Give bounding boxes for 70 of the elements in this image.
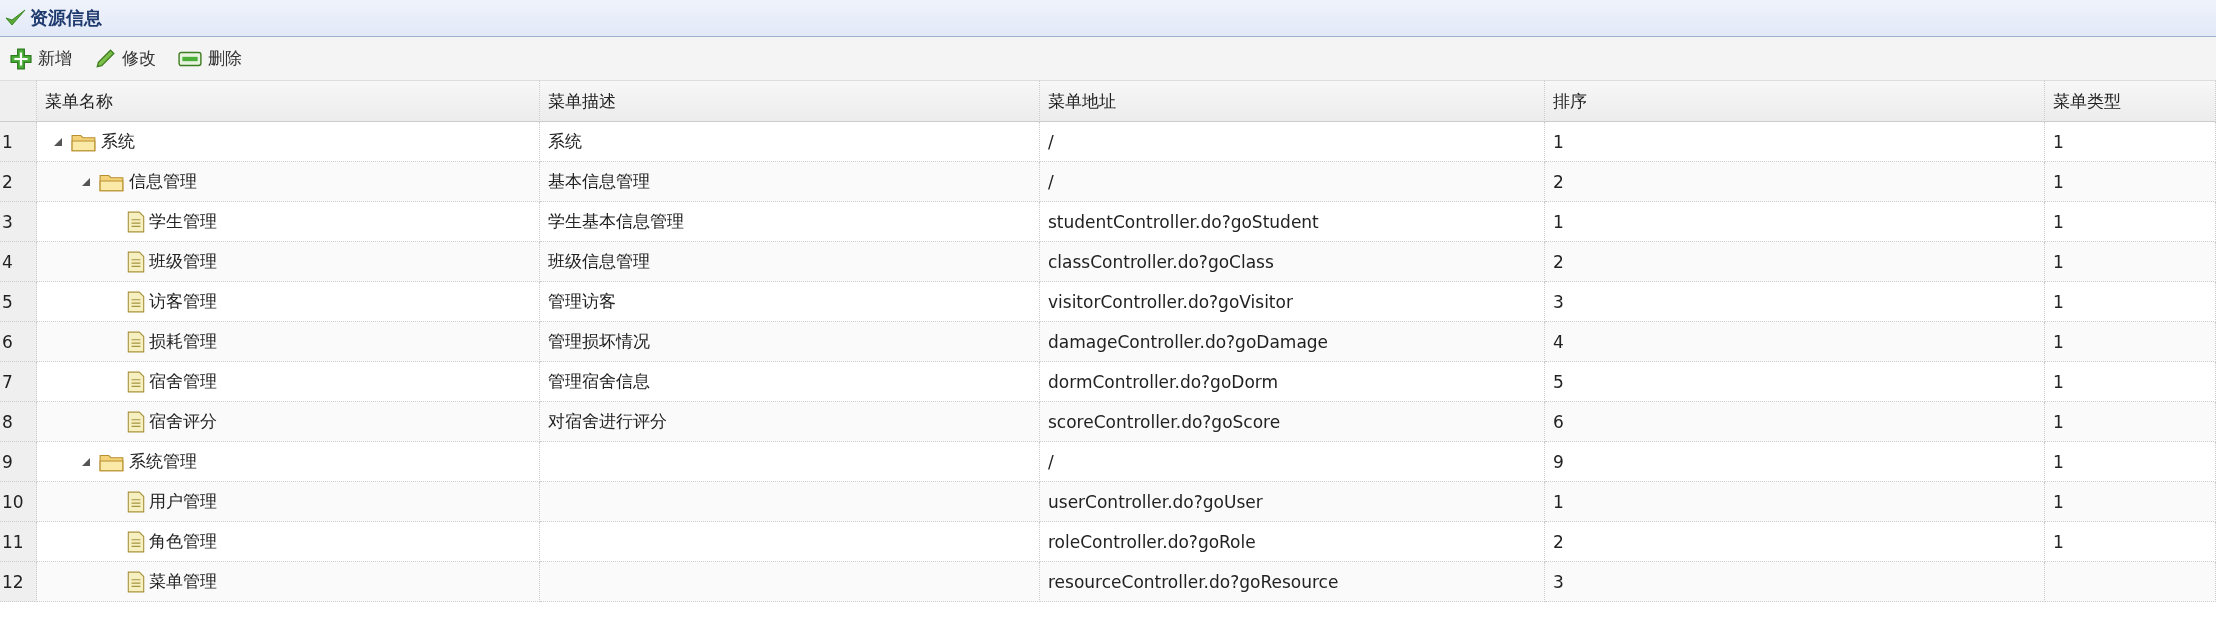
add-button[interactable]: 新增 xyxy=(6,45,76,72)
row-number: 7 xyxy=(0,362,37,402)
toggle-icon[interactable] xyxy=(81,176,91,187)
menu-name: 学生管理 xyxy=(149,210,217,233)
edit-button[interactable]: 修改 xyxy=(90,45,160,72)
table-cell: 1 xyxy=(2045,402,2216,442)
table-cell: userController.do?goUser xyxy=(1040,482,1545,522)
table-cell: / xyxy=(1040,162,1545,202)
row-number: 1 xyxy=(0,122,37,162)
column-header[interactable]: 菜单地址 xyxy=(1040,80,1545,122)
delete-button[interactable]: 删除 xyxy=(174,45,246,72)
column-header[interactable]: 菜单描述 xyxy=(540,80,1040,122)
document-icon xyxy=(127,330,145,353)
document-icon xyxy=(127,210,145,233)
minus-icon xyxy=(178,49,202,68)
menu-name: 系统 xyxy=(101,130,135,153)
row-number: 8 xyxy=(0,402,37,442)
table-cell: 1 xyxy=(2045,242,2216,282)
table-cell: 1 xyxy=(2045,482,2216,522)
row-number: 2 xyxy=(0,162,37,202)
menu-name: 系统管理 xyxy=(129,450,197,473)
document-icon xyxy=(127,530,145,553)
toggle-icon[interactable] xyxy=(81,456,91,467)
panel-title: 资源信息 xyxy=(30,6,102,30)
row-number: 12 xyxy=(0,562,37,602)
table-cell: 1 xyxy=(2045,162,2216,202)
row-number: 6 xyxy=(0,322,37,362)
row-number: 11 xyxy=(0,522,37,562)
menu-name: 用户管理 xyxy=(149,490,217,513)
table-cell: 2 xyxy=(1545,242,2045,282)
table-cell: 6 xyxy=(1545,402,2045,442)
table-cell: 对宿舍进行评分 xyxy=(540,402,1040,442)
document-icon xyxy=(127,490,145,513)
table-cell: 管理损坏情况 xyxy=(540,322,1040,362)
table-cell: classController.do?goClass xyxy=(1040,242,1545,282)
menu-name: 损耗管理 xyxy=(149,330,217,353)
document-icon xyxy=(127,370,145,393)
document-icon xyxy=(127,290,145,313)
row-number: 10 xyxy=(0,482,37,522)
toggle-icon[interactable] xyxy=(53,136,63,147)
column-header[interactable]: 菜单名称 xyxy=(37,80,540,122)
row-number: 9 xyxy=(0,442,37,482)
table-cell: damageController.do?goDamage xyxy=(1040,322,1545,362)
menu-name: 菜单管理 xyxy=(149,570,217,593)
row-number: 3 xyxy=(0,202,37,242)
table-cell: 1 xyxy=(1545,482,2045,522)
row-number: 4 xyxy=(0,242,37,282)
table-cell: scoreController.do?goScore xyxy=(1040,402,1545,442)
table-cell: 1 xyxy=(2045,322,2216,362)
menu-name: 访客管理 xyxy=(149,290,217,313)
checkmark-icon xyxy=(4,8,26,28)
menu-name: 宿舍评分 xyxy=(149,410,217,433)
document-icon xyxy=(127,250,145,273)
table-cell: 班级信息管理 xyxy=(540,242,1040,282)
pencil-icon xyxy=(94,47,116,70)
column-header[interactable]: 排序 xyxy=(1545,80,2045,122)
menu-name: 宿舍管理 xyxy=(149,370,217,393)
document-icon xyxy=(127,410,145,433)
table-cell: 基本信息管理 xyxy=(540,162,1040,202)
table-cell: 4 xyxy=(1545,322,2045,362)
menu-name: 班级管理 xyxy=(149,250,217,273)
table-cell: resourceController.do?goResource xyxy=(1040,562,1545,602)
document-icon xyxy=(127,570,145,593)
column-header[interactable]: 菜单类型 xyxy=(2045,80,2216,122)
table-cell: 3 xyxy=(1545,562,2045,602)
menu-name: 信息管理 xyxy=(129,170,197,193)
menu-name: 角色管理 xyxy=(149,530,217,553)
table-cell: 2 xyxy=(1545,162,2045,202)
plus-icon xyxy=(10,47,32,70)
row-number: 5 xyxy=(0,282,37,322)
